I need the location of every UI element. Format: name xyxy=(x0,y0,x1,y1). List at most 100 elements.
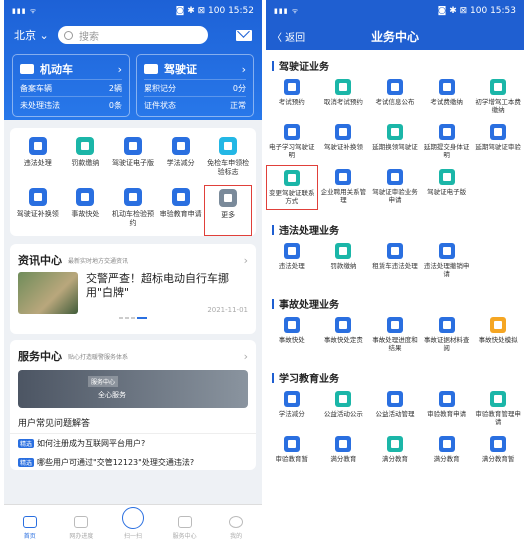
service-label: 初学增驾工本费缴纳 xyxy=(475,98,521,114)
service-item[interactable]: 考试信息公布 xyxy=(369,75,421,120)
service-item[interactable]: 审验教育申请 xyxy=(421,387,473,432)
license-card[interactable]: 驾驶证 › 累积记分 0分 证件状态 正常 xyxy=(136,54,254,117)
service-label: 违法处理撤销申请 xyxy=(423,262,470,278)
service-item[interactable]: 考试预约 xyxy=(266,75,318,120)
faq-item[interactable]: 精选 如何注册成为互联网平台用户? xyxy=(10,434,256,453)
service-item[interactable]: 公益活动管理 xyxy=(369,387,421,432)
grid-violation[interactable]: 违法处理 xyxy=(14,134,62,185)
chevron-right-icon: › xyxy=(117,62,122,76)
service-label: 延期换领驾驶证 xyxy=(372,143,418,151)
service-icon xyxy=(438,391,455,407)
service-icon xyxy=(490,317,507,333)
search-icon xyxy=(64,30,73,40)
service-item[interactable]: 事故证据材料查阅 xyxy=(421,313,473,358)
service-item[interactable]: 延期驾驶证审验 xyxy=(472,120,524,165)
service-item[interactable]: 考试费缴纳 xyxy=(421,75,473,120)
signal-icons: ▮▮▮ ᯤ xyxy=(274,6,300,15)
status-bar: ▮▮▮ ᯤ ◙ ✱ ⊠ 100 15:53 xyxy=(266,0,524,22)
service-item[interactable]: 满分教育 xyxy=(421,432,473,477)
clock: 15:53 xyxy=(490,6,516,16)
search-input[interactable]: 搜索 xyxy=(58,26,208,44)
service-item[interactable]: 驾驶证审验业务申请 xyxy=(369,165,421,210)
car-check-icon xyxy=(123,188,142,206)
handshake-icon xyxy=(177,516,192,528)
service-icon xyxy=(283,79,300,95)
service-label: 驾驶证补换领 xyxy=(323,143,363,151)
service-item[interactable]: 学法减分 xyxy=(266,387,318,432)
grid-review[interactable]: 审验教育申请 xyxy=(157,185,205,236)
grid-accident[interactable]: 事故快处 xyxy=(62,185,110,236)
service-item[interactable]: 事故快处定责 xyxy=(318,313,370,358)
carousel-dots xyxy=(10,314,256,322)
tab-home[interactable]: 首页 xyxy=(4,505,56,544)
service-item[interactable]: 违法处理撤销申请 xyxy=(421,239,473,284)
service-label: 违法处理 xyxy=(278,262,305,270)
service-item[interactable]: 公益活动公示 xyxy=(318,387,370,432)
scan-icon xyxy=(121,507,144,529)
grid-inspection[interactable]: 机动车检验预约 xyxy=(109,185,157,236)
business-center-screen: ▮▮▮ ᯤ ◙ ✱ ⊠ 100 15:53 〈 返回 业务中心 驾驶证业务 考试预… xyxy=(266,0,524,544)
service-icon xyxy=(335,317,352,333)
service-label: 取消考试预约 xyxy=(323,98,363,106)
car-icon xyxy=(20,64,34,74)
violation-icon xyxy=(28,137,47,155)
service-icon xyxy=(283,317,300,333)
service-label: 事故证据材料查阅 xyxy=(423,336,470,352)
service-item[interactable]: 罚款缴纳 xyxy=(318,239,370,284)
grid-study[interactable]: 学法减分 xyxy=(157,134,205,185)
chevron-right-icon[interactable]: › xyxy=(244,254,248,267)
grid-more[interactable]: 更多 xyxy=(204,185,252,236)
service-item[interactable]: 事故处理进度和结果 xyxy=(369,313,421,358)
service-item[interactable]: 企业聘用关系管理 xyxy=(318,165,370,210)
service-icon xyxy=(283,243,300,259)
service-item[interactable]: 租赁车违法处理 xyxy=(369,239,421,284)
service-item[interactable]: 延期提交身体证明 xyxy=(421,120,473,165)
service-label: 学法减分 xyxy=(278,410,305,418)
accident-icon xyxy=(76,188,95,206)
service-label: 租赁车违法处理 xyxy=(372,262,418,270)
user-icon xyxy=(229,516,244,528)
service-icon xyxy=(490,391,507,407)
grid-fine[interactable]: 罚款缴纳 xyxy=(62,134,110,185)
service-item[interactable]: 取消考试预约 xyxy=(318,75,370,120)
tab-mine[interactable]: 我的 xyxy=(210,505,262,544)
service-item[interactable]: 变更驾驶证联系方式 xyxy=(266,165,318,210)
service-icon xyxy=(335,243,352,259)
service-banner[interactable]: 服务中心 全心服务 xyxy=(18,370,248,408)
city-selector[interactable]: 北京 ⌄ xyxy=(14,27,58,43)
grid-license-replace[interactable]: 驾驶证补换领 xyxy=(14,185,62,236)
tab-service[interactable]: 服务中心 xyxy=(159,505,211,544)
service-item[interactable]: 违法处理 xyxy=(266,239,318,284)
chevron-right-icon[interactable]: › xyxy=(244,350,248,363)
grid-inspection-free[interactable]: 免检车申领检验标志 xyxy=(204,134,252,185)
status-icons: ◙ ✱ ⊠ 100 xyxy=(437,6,488,16)
service-item[interactable]: 电子学习驾驶证明 xyxy=(266,120,318,165)
monitor-icon xyxy=(74,516,89,528)
service-item[interactable]: 满分教育暂 xyxy=(472,432,524,477)
service-item[interactable]: 延期换领驾驶证 xyxy=(369,120,421,165)
service-item[interactable]: 初学增驾工本费缴纳 xyxy=(472,75,524,120)
service-item[interactable]: 驾驶证补换领 xyxy=(318,120,370,165)
service-item[interactable]: 审验教育管理申请 xyxy=(472,387,524,432)
service-item[interactable]: 事故快处模拟 xyxy=(472,313,524,358)
service-item[interactable]: 审验教育暂 xyxy=(266,432,318,477)
service-label: 审验教育申请 xyxy=(427,410,467,418)
news-item[interactable]: 交警严查！超标电动自行车挪用"白牌" 2021-11-01 xyxy=(10,272,256,314)
grid-e-license[interactable]: 驾驶证电子版 xyxy=(109,134,157,185)
service-label: 变更驾驶证联系方式 xyxy=(269,189,315,205)
service-item[interactable]: 满分教育 xyxy=(318,432,370,477)
back-button[interactable]: 〈 返回 xyxy=(272,29,305,44)
service-icon xyxy=(283,436,300,452)
mail-icon[interactable] xyxy=(236,29,252,41)
tab-scan[interactable]: 扫一扫 xyxy=(107,505,159,544)
service-item[interactable]: 驾驶证电子版 xyxy=(421,165,473,210)
document-icon xyxy=(171,188,190,206)
service-icon xyxy=(490,79,507,95)
tab-progress[interactable]: 网办进度 xyxy=(56,505,108,544)
service-icon xyxy=(386,436,403,452)
faq-item[interactable]: 精选 哪些用户可通过"交管12123"处理交通违法? xyxy=(10,453,256,472)
service-item[interactable]: 事故快处 xyxy=(266,313,318,358)
service-label: 事故快处模拟 xyxy=(478,336,518,344)
service-item[interactable]: 满分教育 xyxy=(369,432,421,477)
vehicle-card[interactable]: 机动车 › 备案车辆 2辆 未处理违法 0条 xyxy=(12,54,130,117)
